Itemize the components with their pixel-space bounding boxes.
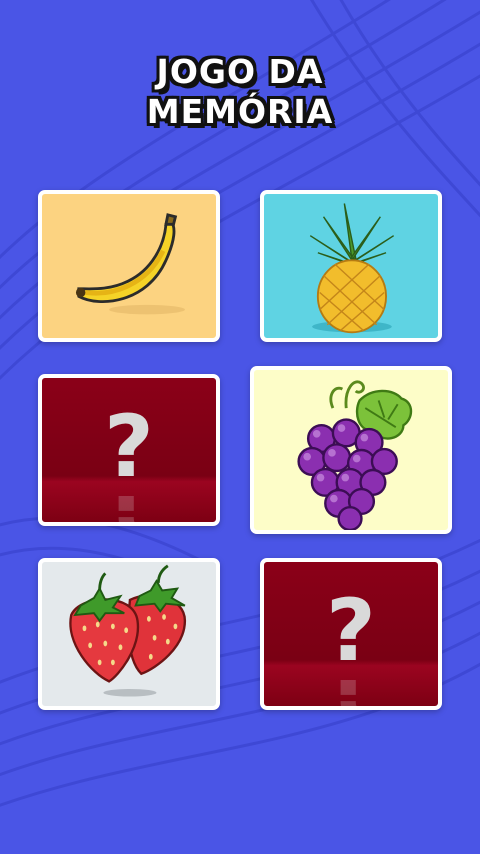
pineapple-icon (309, 203, 395, 334)
memory-card-pineapple[interactable] (260, 190, 442, 342)
memory-card-hidden-1[interactable]: ? ? (38, 374, 220, 526)
title-line-2: MEMÓRIA (146, 92, 334, 131)
memory-card-banana[interactable] (38, 190, 220, 342)
title-line-1: JOGO DA (156, 52, 324, 91)
memory-card-grapes[interactable] (250, 366, 452, 534)
grapes-icon (297, 380, 413, 530)
game-title: JOGO DA MEMÓRIA (0, 52, 480, 132)
memory-card-hidden-2[interactable]: ? ? (260, 558, 442, 710)
question-mark-reflection: ? (104, 475, 154, 526)
banana-icon (75, 213, 185, 315)
strawberries-icon (69, 564, 187, 697)
memory-card-strawberries[interactable] (38, 558, 220, 710)
question-mark-reflection: ? (326, 659, 376, 710)
